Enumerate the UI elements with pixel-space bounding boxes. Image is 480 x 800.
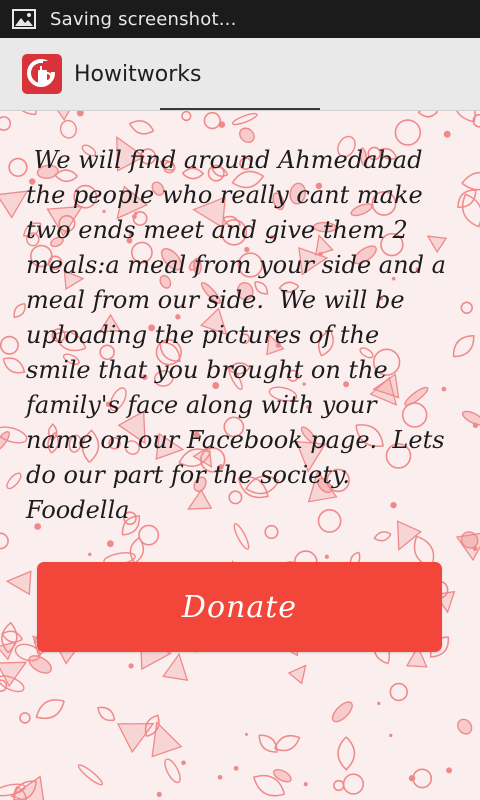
content-area: We will find around Ahmedabad the people… — [0, 111, 480, 800]
pattern-doodle — [233, 765, 239, 771]
pattern-doodle — [156, 791, 162, 797]
pattern-doodle — [244, 732, 248, 736]
pattern-doodle — [331, 701, 353, 723]
pattern-doodle — [203, 111, 221, 130]
pattern-doodle — [59, 119, 77, 139]
pattern-doodle — [35, 699, 65, 720]
tab-indicator — [160, 108, 320, 110]
pattern-doodle — [443, 130, 451, 138]
pattern-doodle — [5, 570, 32, 596]
action-bar: Howitworks — [0, 38, 480, 111]
pattern-doodle — [6, 472, 22, 490]
pattern-doodle — [0, 116, 12, 131]
pattern-doodle — [0, 641, 17, 661]
pattern-doodle — [472, 422, 479, 429]
pattern-doodle — [217, 774, 223, 780]
pattern-doodle — [128, 120, 155, 135]
status-text: Saving screenshot... — [50, 8, 237, 30]
pattern-doodle — [181, 111, 192, 122]
pattern-doodle — [272, 768, 292, 783]
pattern-doodle — [389, 682, 408, 702]
pattern-doodle — [231, 112, 258, 126]
pattern-doodle — [373, 531, 392, 542]
pattern-doodle — [0, 532, 9, 550]
pattern-doodle — [333, 779, 345, 792]
pattern-doodle — [76, 111, 84, 117]
pattern-doodle — [303, 782, 308, 787]
pattern-doodle — [417, 111, 439, 118]
pattern-doodle — [394, 119, 422, 146]
pattern-doodle — [287, 664, 307, 685]
pattern-doodle — [446, 767, 453, 774]
pattern-doodle — [377, 701, 381, 706]
pattern-doodle — [324, 554, 330, 559]
pattern-doodle — [88, 552, 92, 557]
pattern-doodle — [457, 718, 473, 735]
foodella-logo-icon[interactable] — [22, 54, 62, 94]
pattern-doodle — [97, 706, 116, 722]
page-title: Howitworks — [74, 61, 202, 87]
pattern-doodle — [181, 760, 186, 766]
pattern-doodle — [13, 111, 37, 116]
pattern-doodle — [412, 768, 433, 789]
how-it-works-message: We will find around Ahmedabad the people… — [26, 146, 446, 524]
pattern-doodle — [19, 712, 31, 724]
pattern-doodle — [8, 157, 28, 177]
pattern-doodle — [0, 335, 19, 355]
pattern-doodle — [337, 736, 356, 771]
image-icon — [12, 8, 38, 30]
pattern-doodle — [408, 774, 416, 782]
pattern-doodle — [106, 540, 114, 548]
pattern-doodle — [2, 357, 26, 374]
donate-button[interactable]: Donate — [37, 562, 442, 652]
pattern-doodle — [389, 733, 393, 738]
pattern-doodle — [77, 764, 104, 786]
pattern-doodle — [164, 758, 181, 784]
pattern-doodle — [342, 773, 365, 795]
pattern-doodle — [162, 652, 189, 681]
pattern-doodle — [128, 663, 134, 669]
status-bar: Saving screenshot... — [0, 0, 480, 38]
